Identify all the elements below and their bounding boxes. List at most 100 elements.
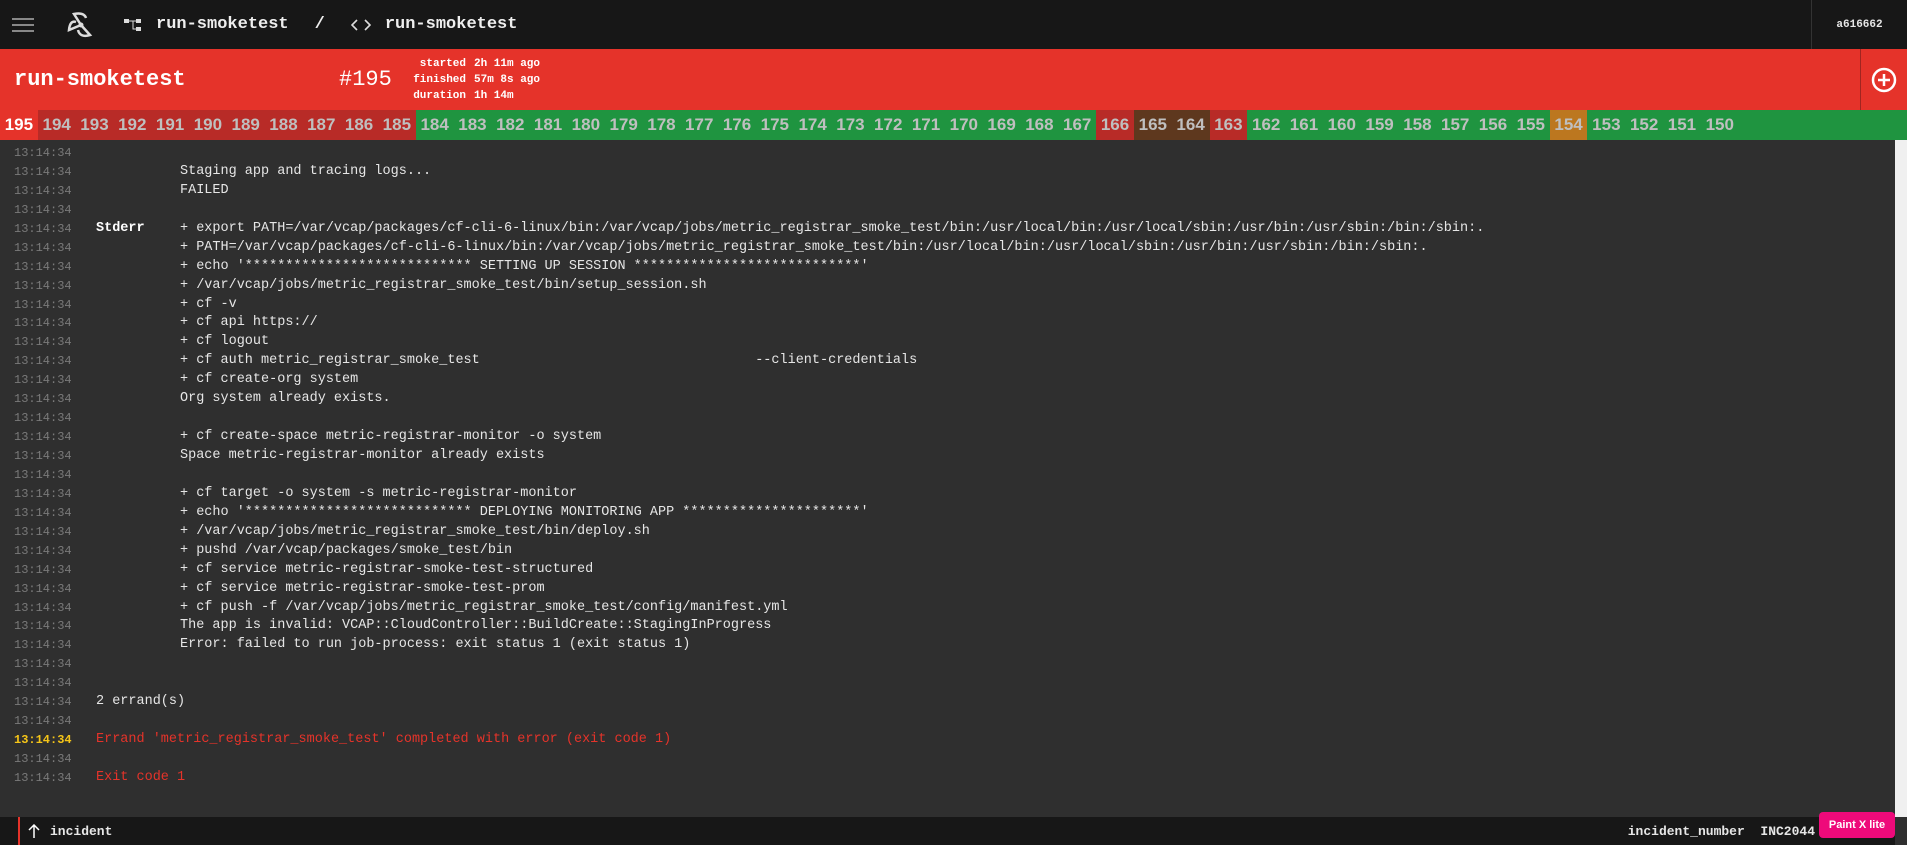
build-tab-178[interactable]: 178 [642,110,681,140]
log-timestamp[interactable]: 13:14:34 [0,542,96,561]
log-timestamp[interactable]: 13:14:34 [0,580,96,599]
log-timestamp[interactable]: 13:14:34 [0,466,96,485]
log-timestamp[interactable]: 13:14:34 [0,750,96,769]
log-text: + pushd /var/vcap/packages/smoke_test/bi… [180,542,513,558]
log-timestamp[interactable]: 13:14:34 [0,731,96,750]
log-timestamp[interactable]: 13:14:34 [0,390,96,409]
log-timestamp[interactable]: 13:14:34 [0,504,96,523]
log-timestamp[interactable]: 13:14:34 [0,447,96,466]
scrollbar[interactable] [1895,140,1907,817]
build-tab-186[interactable]: 186 [340,110,378,140]
log-timestamp[interactable]: 13:14:34 [0,561,96,580]
log-timestamp[interactable]: 13:14:34 [0,277,96,296]
build-tab-159[interactable]: 159 [1360,110,1399,140]
log-timestamp[interactable]: 13:14:34 [0,523,96,542]
build-tab-183[interactable]: 183 [453,110,492,140]
build-tab-167[interactable]: 167 [1058,110,1097,140]
build-tab-157[interactable]: 157 [1436,110,1475,140]
log-timestamp[interactable]: 13:14:34 [0,163,96,182]
build-tab-172[interactable]: 172 [869,110,908,140]
build-tab-179[interactable]: 179 [604,110,643,140]
log-timestamp[interactable]: 13:14:34 [0,599,96,618]
build-tab-152[interactable]: 152 [1625,110,1664,140]
log-timestamp[interactable]: 13:14:34 [0,769,96,788]
build-tab-166[interactable]: 166 [1096,110,1134,140]
build-tab-189[interactable]: 189 [226,110,265,140]
log-line: 13:14:34 [0,712,1895,731]
build-tab-184[interactable]: 184 [415,110,454,140]
log-timestamp[interactable]: 13:14:34 [0,182,96,201]
log-timestamp[interactable]: 13:14:34 [0,333,96,352]
build-tab-192[interactable]: 192 [113,110,152,140]
log-text: Org system already exists. [180,391,391,407]
hamburger-menu-icon[interactable] [12,17,34,32]
log-timestamp[interactable]: 13:14:34 [0,371,96,390]
build-tab-171[interactable]: 171 [907,110,945,140]
log-timestamp[interactable]: 13:14:34 [0,617,96,636]
log-timestamp[interactable]: 13:14:34 [0,485,96,504]
build-tab-153[interactable]: 153 [1587,110,1626,140]
build-tab-180[interactable]: 180 [566,110,605,140]
build-tab-195[interactable]: 195 [0,110,38,140]
build-tab-182[interactable]: 182 [491,110,530,140]
log-stream-label [96,144,180,163]
build-tab-188[interactable]: 188 [264,110,303,140]
build-tab-175[interactable]: 175 [755,110,794,140]
trigger-build-button[interactable] [1860,49,1907,110]
paint-x-lite-badge[interactable]: Paint X lite [1819,812,1895,838]
build-tab-161[interactable]: 161 [1285,110,1323,140]
log-line: 13:14:34 [0,409,1895,428]
build-tab-156[interactable]: 156 [1474,110,1512,140]
log-timestamp[interactable]: 13:14:34 [0,636,96,655]
log-timestamp[interactable]: 13:14:34 [0,409,96,428]
log-timestamp[interactable]: 13:14:34 [0,655,96,674]
concourse-logo-icon[interactable] [66,10,96,40]
build-tab-174[interactable]: 174 [793,110,832,140]
log-timestamp[interactable]: 13:14:34 [0,693,96,712]
build-tab-160[interactable]: 160 [1322,110,1361,140]
log-timestamp[interactable]: 13:14:34 [0,220,96,239]
build-tab-162[interactable]: 162 [1247,110,1286,140]
build-tab-150[interactable]: 150 [1700,110,1739,140]
log-timestamp[interactable]: 13:14:34 [0,352,96,371]
log-timestamp[interactable]: 13:14:34 [0,144,96,163]
build-tab-164[interactable]: 164 [1171,110,1210,140]
build-tab-155[interactable]: 155 [1511,110,1550,140]
resource-metadata: incident_number INC2044 [1628,824,1815,839]
log-timestamp[interactable]: 13:14:34 [0,296,96,315]
breadcrumb-job[interactable]: run-smoketest [385,15,518,34]
build-tab-170[interactable]: 170 [944,110,983,140]
build-tab-181[interactable]: 181 [529,110,567,140]
plus-circle-icon [1871,67,1897,92]
build-tab-173[interactable]: 173 [831,110,870,140]
build-tab-190[interactable]: 190 [188,110,227,140]
build-tab-193[interactable]: 193 [75,110,114,140]
build-tab-169[interactable]: 169 [982,110,1021,140]
log-timestamp[interactable]: 13:14:34 [0,712,96,731]
build-tab-177[interactable]: 177 [680,110,719,140]
build-tab-163[interactable]: 163 [1209,110,1248,140]
build-tab-185[interactable]: 185 [377,110,416,140]
build-tab-151[interactable]: 151 [1663,110,1701,140]
log-line: 13:14:34 [0,655,1895,674]
finished-label: finished [413,74,466,86]
build-tab-158[interactable]: 158 [1398,110,1437,140]
log-timestamp[interactable]: 13:14:34 [0,258,96,277]
log-timestamp[interactable]: 13:14:34 [0,201,96,220]
build-tab-154[interactable]: 154 [1549,110,1588,140]
breadcrumb-pipeline[interactable]: run-smoketest [156,15,289,34]
log-timestamp[interactable]: 13:14:34 [0,674,96,693]
build-tab-187[interactable]: 187 [302,110,341,140]
build-tab-194[interactable]: 194 [37,110,76,140]
build-tab-191[interactable]: 191 [151,110,189,140]
build-tab-168[interactable]: 168 [1020,110,1059,140]
build-tab-176[interactable]: 176 [718,110,756,140]
log-timestamp[interactable]: 13:14:34 [0,239,96,258]
log-text: 2 errand(s) [96,694,186,710]
build-tab-165[interactable]: 165 [1133,110,1172,140]
log-timestamp[interactable]: 13:14:34 [0,314,96,333]
log-stream-label [96,561,180,580]
resource-incident[interactable]: incident [28,824,112,839]
user-menu[interactable]: a616662 [1811,0,1907,49]
log-timestamp[interactable]: 13:14:34 [0,428,96,447]
